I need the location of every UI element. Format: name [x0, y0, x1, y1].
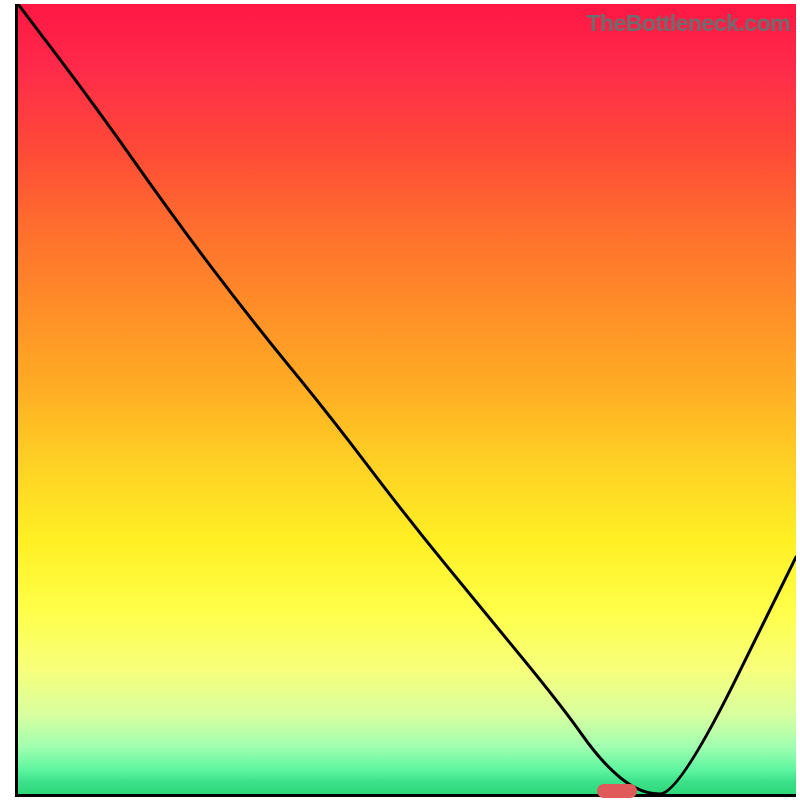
optimal-point-marker: [597, 784, 637, 798]
watermark-text: TheBottleneck.com: [586, 10, 790, 37]
chart: TheBottleneck.com: [15, 4, 796, 797]
chart-background-gradient: [18, 4, 796, 794]
